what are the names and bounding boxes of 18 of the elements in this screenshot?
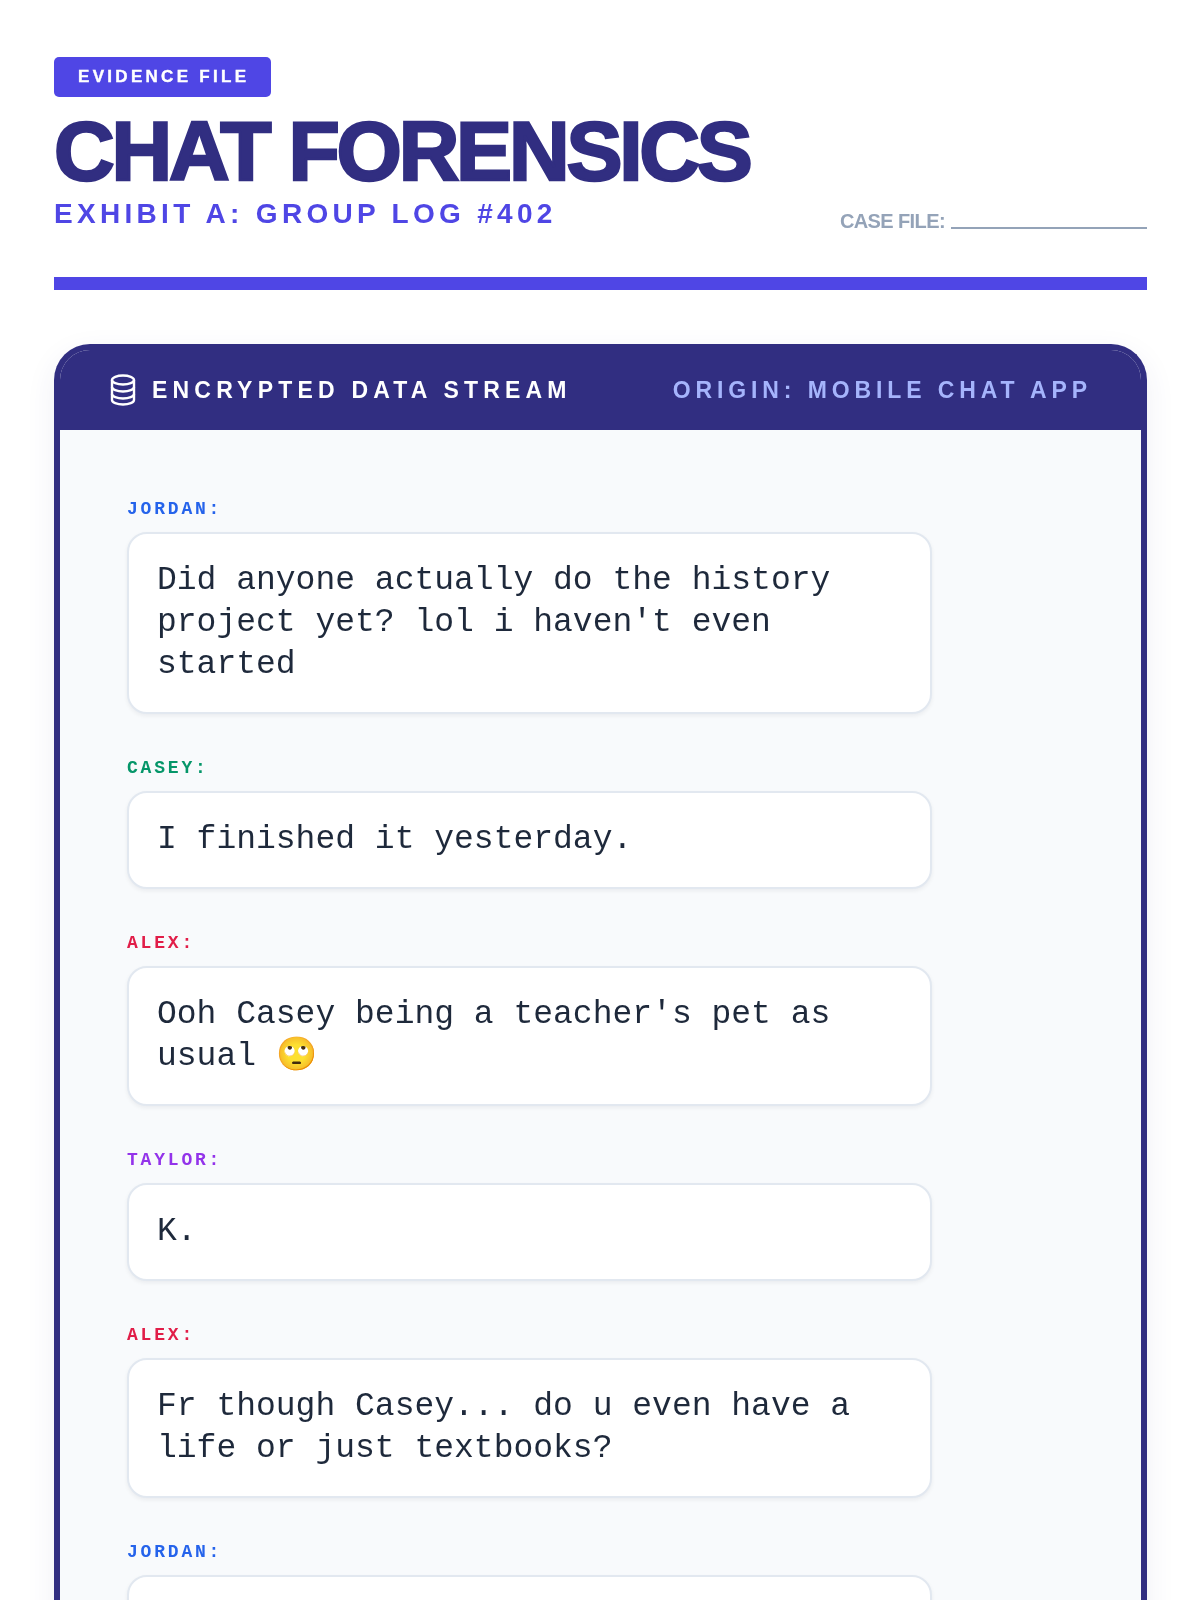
sender-name: ALEX: xyxy=(127,932,195,954)
sender-name: CASEY: xyxy=(127,757,209,779)
message-text: Ooh Casey being a teacher's pet as usual 🙄 xyxy=(157,996,831,1075)
case-file-label: CASE FILE: xyxy=(839,209,945,234)
page-title: CHAT FORENSICS xyxy=(54,109,750,193)
message-text: K. xyxy=(157,1213,197,1250)
message-text: I finished it yesterday. xyxy=(157,821,633,858)
sender-name: TAYLOR: xyxy=(127,1149,223,1171)
message-text: Fr though Casey... do u even have a life or just textbooks? xyxy=(157,1388,851,1467)
sender-name: ALEX: xyxy=(127,1324,195,1346)
origin-label: ORIGIN: MOBILE CHAT APP xyxy=(672,375,1092,405)
database-icon xyxy=(110,373,136,407)
exhibit-subtitle: EXHIBIT A: GROUP LOG #402 xyxy=(54,199,557,230)
sender-name: JORDAN: xyxy=(127,1541,223,1563)
sender-name: JORDAN: xyxy=(127,498,223,520)
stream-title: ENCRYPTED DATA STREAM xyxy=(152,375,572,405)
evidence-label: EVIDENCE FILE xyxy=(54,57,272,97)
message-text: Did anyone actually do the history project yet? lol i haven't even started xyxy=(157,562,831,683)
